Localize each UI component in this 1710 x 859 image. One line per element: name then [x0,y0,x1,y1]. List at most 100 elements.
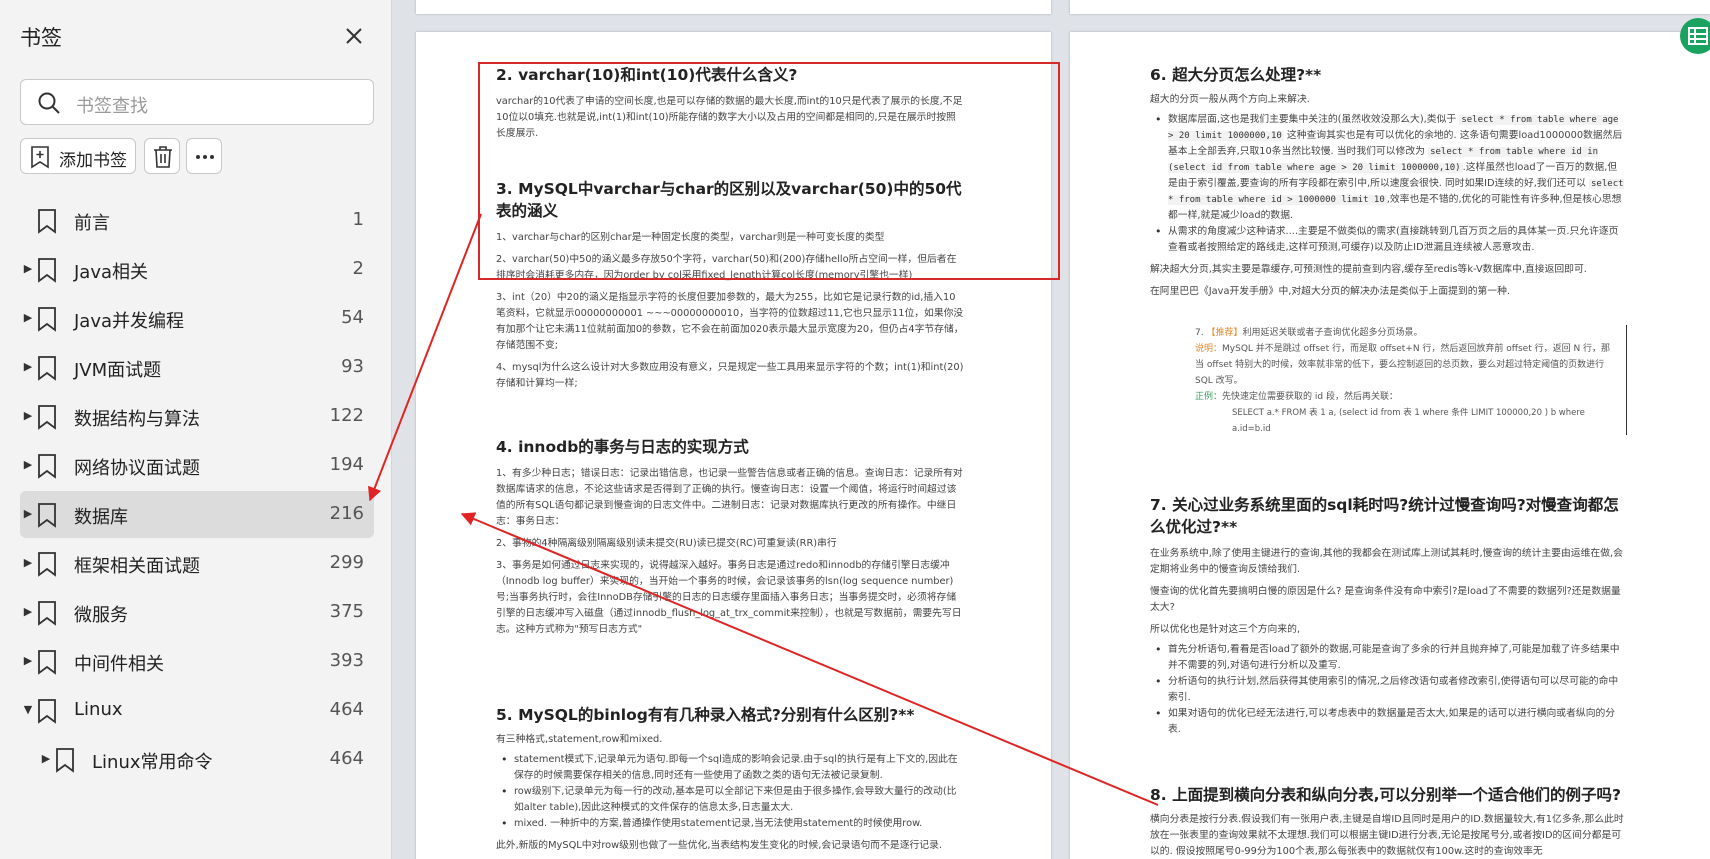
section-4-text-2: 2、事物的4种隔离级别隔离级别读未提交(RU)读已提交(RC)可重复读(RR)串… [496,538,837,549]
add-bookmark-button[interactable]: 添加书签 [20,138,136,174]
bookmark-icon [55,747,75,777]
section-3-text-2: 2、varchar(50)中50的涵义最多存放50个字符，varchar(50)… [496,254,957,281]
bookmark-item[interactable]: ▼ Linux 464 [20,687,374,734]
bookmark-label: 数据结构与算法 [74,409,200,430]
section-4-title: 4. innodb的事务与日志的实现方式 [496,438,749,456]
list-item: 分析语句的执行计划,然后获得其使用索引的情况,之后修改语句或者修改索引,使得语句… [1150,674,1624,706]
bookmark-page-number: 1 [352,209,364,230]
more-options-button[interactable] [186,138,222,174]
bookmark-icon [37,649,57,679]
bookmark-item[interactable]: ▶ 网络协议面试题 194 [20,442,374,489]
section-6-text-3: 在阿里巴巴《Java开发手册》中,对超大分页的解决办法是类似于上面提到的第一种. [1150,286,1511,297]
collapsed-arrow-icon[interactable]: ▶ [22,261,34,277]
bookmark-item[interactable]: ▶ 数据库 216 [20,491,374,538]
section-7-title: 7. 关心过业务系统里面的sql耗时吗?统计过慢查询吗?对慢查询都怎么优化过?*… [1150,496,1619,536]
section-4-text-1: 1、有多少种日志；错误日志：记录出错信息，也记录一些警告信息或者正确的信息。查询… [496,468,963,527]
section-3-title: 3. MySQL中varchar与char的区别以及varchar(50)中的5… [496,180,962,220]
bookmark-label: 微服务 [74,605,128,626]
more-icon [194,145,216,173]
bookmark-search-input[interactable]: 书签查找 [20,79,374,125]
bookmark-page-number: 93 [341,356,364,377]
bookmark-page-number: 375 [329,601,364,622]
delete-bookmark-button[interactable] [144,138,180,174]
bookmark-label: 数据库 [74,507,128,528]
close-icon[interactable] [340,22,368,50]
collapsed-arrow-icon[interactable]: ▶ [22,653,34,669]
collapsed-arrow-icon[interactable]: ▶ [22,604,34,620]
section-6: 6. 超大分页怎么处理?** 超大的分页一般从两个方向上来解决. 数据库层面,这… [1150,64,1624,300]
section-3-text-4: 4、mysql为什么这么设计对大多数应用没有意义，只是规定一些工具用来显示字符的… [496,362,964,389]
list-item: 从需求的角度减少这种请求....主要是不做类似的需求(直接跳转到几百万页之后的具… [1150,224,1624,256]
grid-icon [1680,27,1710,58]
bookmark-item[interactable]: ▶ Linux常用命令 464 [20,736,374,783]
section-6-text-2: 解决超大分页,其实主要是靠缓存,可预测性的提前查到内容,缓存至redis等k-V… [1150,264,1587,275]
bookmark-page-number: 122 [329,405,364,426]
bookmark-item[interactable]: ▶ Java相关 2 [20,246,374,293]
section-7-list: 首先分析语句,看看是否load了额外的数据,可能是查询了多余的行并且抛弃掉了,可… [1150,642,1624,738]
search-icon [37,91,61,119]
pdf-page-previous-left [416,0,1051,14]
section-7-text-2: 慢查询的优化首先要搞明白慢的原因是什么? 是查询条件没有命中索引?是load了不… [1150,586,1621,613]
quote-line-3: 正例：先快速定位需要获取的 id 段，然后再关联： [1125,389,1626,405]
collapsed-arrow-icon[interactable]: ▶ [22,310,34,326]
bookmark-page-number: 464 [329,699,364,720]
list-item: row级别下,记录单元为每一行的改动,基本是可以全部记下来但是由于很多操作,会导… [496,784,964,816]
bookmark-icon [37,502,57,532]
collapsed-arrow-icon[interactable]: ▶ [22,555,34,571]
bookmark-item[interactable]: 前言 1 [20,197,374,244]
list-item: statement模式下,记录单元为语句.即每一个sql造成的影响会记录.由于s… [496,752,964,784]
bookmark-label: JVM面试题 [74,360,162,381]
quote-line-2: 说明：MySQL 并不是跳过 offset 行，而是取 offset+N 行，然… [1125,341,1626,389]
bookmark-item[interactable]: ▶ Java并发编程 54 [20,295,374,342]
text: 7. [1195,328,1207,338]
bookmark-item[interactable]: ▶ 中间件相关 393 [20,638,374,685]
collapsed-arrow-icon[interactable]: ▶ [22,457,34,473]
quoted-manual-excerpt: 7. 【推荐】利用延迟关联或者子查询优化超多分页场景。 说明：MySQL 并不是… [1125,325,1627,435]
bookmark-icon [37,306,57,336]
bookmark-item[interactable]: ▶ 微服务 375 [20,589,374,636]
section-8-title: 8. 上面提到横向分表和纵向分表,可以分别举一个适合他们的例子吗? [1150,786,1621,804]
text: 利用延迟关联或者子查询优化超多分页场景。 [1242,328,1423,338]
bookmark-page-number: 216 [329,503,364,524]
list-item: 数据库层面,这也是我们主要集中关注的(虽然收效没那么大),类似于 select … [1150,112,1624,224]
bookmark-label: Java相关 [74,262,149,283]
collapsed-arrow-icon[interactable]: ▶ [22,506,34,522]
sidebar-title: 书签 [20,26,62,50]
section-5: 5. MySQL的binlog有有几种录入格式?分别有什么区别?** 有三种格式… [496,704,964,854]
section-4-text-3: 3、事务是如何通过日志来实现的，说得越深入越好。事务日志是通过redo和inno… [496,560,962,635]
bookmark-page-number: 194 [329,454,364,475]
section-5-text-1: 有三种格式,statement,row和mixed. [496,734,663,745]
section-8: 8. 上面提到横向分表和纵向分表,可以分别举一个适合他们的例子吗? 横向分表是按… [1150,784,1624,859]
section-7-text-3: 所以优化也是针对这三个方向来的, [1150,624,1301,635]
bookmark-icon [37,208,57,238]
bookmark-label: Linux [74,699,123,720]
collapsed-arrow-icon[interactable]: ▶ [40,751,52,767]
bookmark-item[interactable]: ▶ 框架相关面试题 299 [20,540,374,587]
trash-icon [152,145,174,173]
list-item: 首先分析语句,看看是否load了额外的数据,可能是查询了多余的行并且抛弃掉了,可… [1150,642,1624,674]
recommend-tag: 【推荐】 [1206,328,1243,338]
expanded-arrow-icon[interactable]: ▼ [22,702,34,718]
bookmark-label: Java并发编程 [74,311,185,332]
list-item: mixed. 一种折中的方案,普通操作使用statement记录,当无法使用st… [496,816,964,832]
section-7: 7. 关心过业务系统里面的sql耗时吗?统计过慢查询吗?对慢查询都怎么优化过?*… [1150,494,1624,738]
section-7-text-1: 在业务系统中,除了使用主键进行的查询,其他的我都会在测试库上测试其耗时,慢查询的… [1150,548,1623,575]
section-6-title: 6. 超大分页怎么处理?** [1150,66,1322,84]
bookmark-label: 网络协议面试题 [74,458,200,479]
bookmark-icon [37,355,57,385]
bookmark-icon [37,257,57,287]
quote-line-1: 7. 【推荐】利用延迟关联或者子查询优化超多分页场景。 [1125,325,1626,341]
bookmark-label: 框架相关面试题 [74,556,200,577]
floating-app-button[interactable] [1680,18,1710,54]
collapsed-arrow-icon[interactable]: ▶ [22,359,34,375]
bookmark-page-number: 464 [329,748,364,769]
bookmark-page-number: 299 [329,552,364,573]
text: MySQL 并不是跳过 offset 行，而是取 offset+N 行，然后返回… [1195,344,1611,386]
bookmark-item[interactable]: ▶ 数据结构与算法 122 [20,393,374,440]
note-tag: 说明： [1195,344,1223,354]
quote-line-4: SELECT a.* FROM 表 1 a, (select id from 表… [1232,408,1585,434]
bookmark-item[interactable]: ▶ JVM面试题 93 [20,344,374,391]
section-3: 3. MySQL中varchar与char的区别以及varchar(50)中的5… [496,178,964,392]
bookmark-label: 前言 [74,213,110,234]
collapsed-arrow-icon[interactable]: ▶ [22,408,34,424]
